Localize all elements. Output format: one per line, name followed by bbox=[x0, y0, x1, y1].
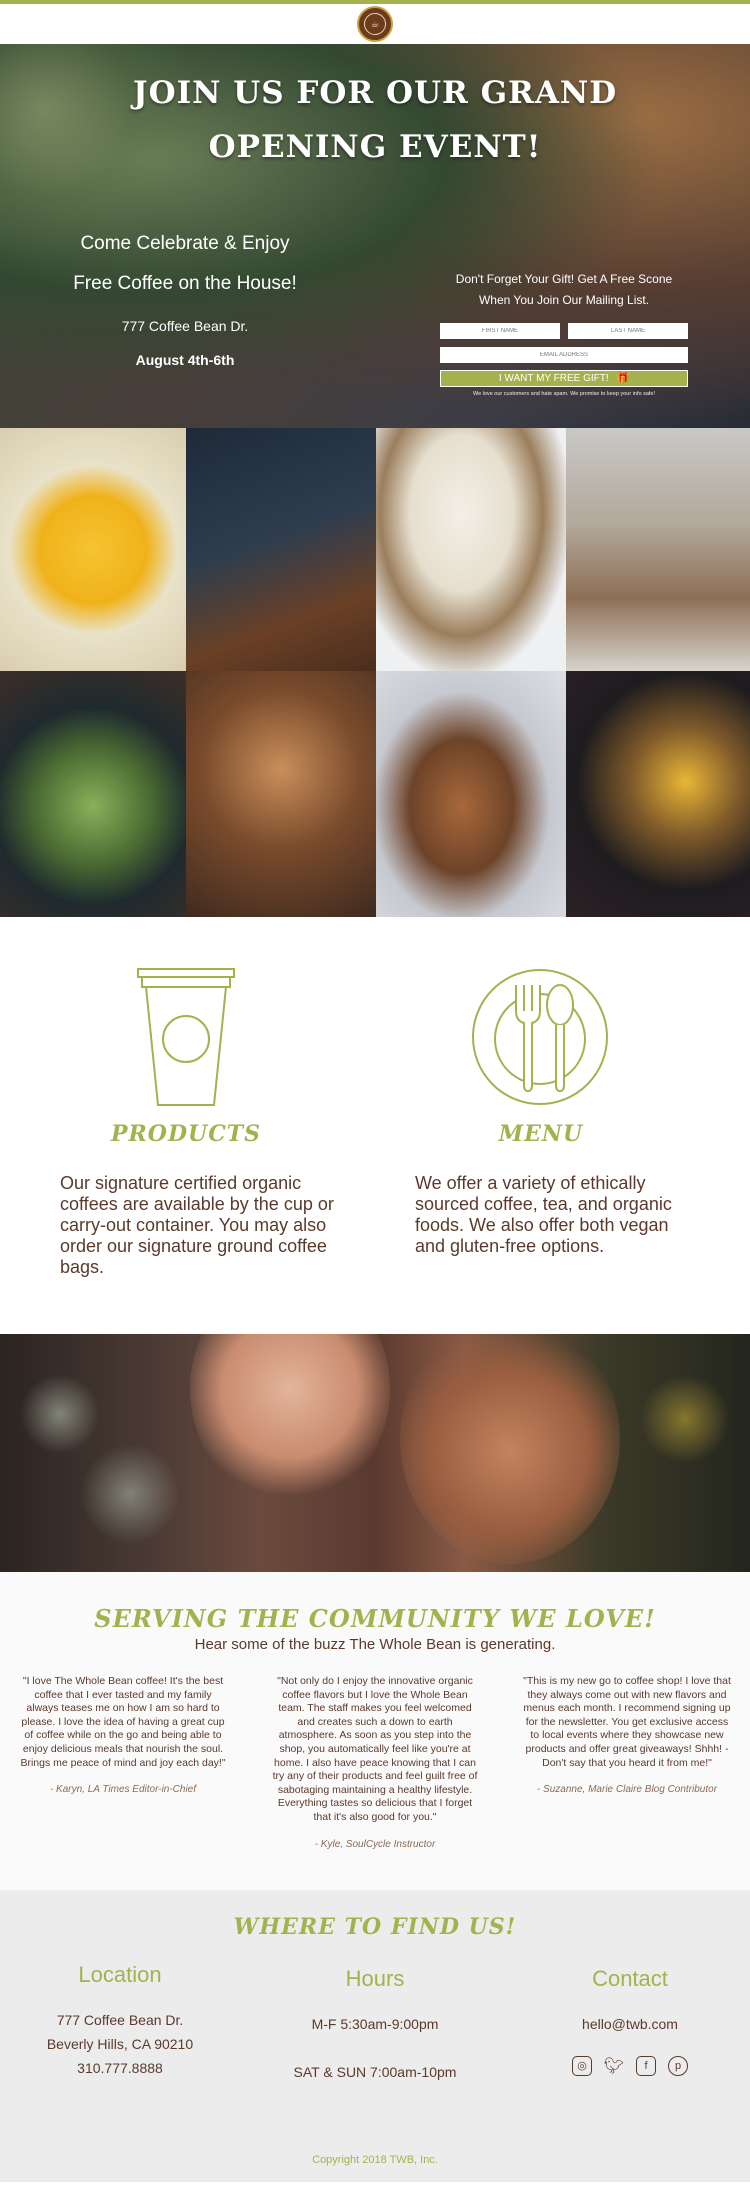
gallery-tea bbox=[566, 671, 750, 917]
site-header: ☕ bbox=[0, 4, 750, 44]
products-body: Our signature certified organic coffees … bbox=[60, 1173, 334, 1277]
banner-face-right bbox=[400, 1334, 620, 1564]
menu-feature: MENU We offer a variety of ethically sou… bbox=[415, 967, 685, 1278]
privacy-note: We love our customers and hate spam. We … bbox=[473, 391, 655, 397]
products-title[interactable]: PRODUCTS bbox=[60, 1121, 312, 1147]
gallery-toast bbox=[376, 428, 566, 671]
hero-title: JOIN US FOR OUR GRAND OPENING EVENT! bbox=[132, 75, 618, 165]
twitter-icon[interactable]: 🐦︎ bbox=[604, 2056, 624, 2076]
testimonial-text: "Not only do I enjoy the innovative orga… bbox=[272, 1675, 478, 1823]
testimonials-section: SERVING THE COMMUNITY WE LOVE! Hear some… bbox=[0, 1572, 750, 1890]
first-name-input[interactable] bbox=[440, 323, 560, 339]
hours-column: Hours M-F 5:30am-9:00pm SAT & SUN 7:00am… bbox=[275, 1962, 475, 2084]
testimonial-author: - Suzanne, Marie Claire Blog Contributor bbox=[536, 1784, 718, 1796]
address-line-1: 777 Coffee Bean Dr. bbox=[56, 2011, 184, 2028]
testimonial-card: "Not only do I enjoy the innovative orga… bbox=[270, 1675, 480, 1850]
copyright: Copyright 2018 TWB, Inc. bbox=[312, 2153, 438, 2166]
banner-flower-left bbox=[20, 1374, 100, 1454]
testimonial-text: "I love The Whole Bean coffee! It's the … bbox=[20, 1675, 226, 1769]
event-dates: August 4th-6th bbox=[135, 352, 235, 368]
email-input[interactable] bbox=[440, 347, 688, 363]
testimonial-author: - Karyn, LA Times Editor-in-Chief bbox=[49, 1784, 197, 1796]
event-details: Come Celebrate & Enjoy Free Coffee on th… bbox=[40, 224, 330, 368]
find-us-section: WHERE TO FIND US! Location 777 Coffee Be… bbox=[0, 1889, 750, 2182]
find-us-title: WHERE TO FIND US! bbox=[233, 1913, 517, 1940]
social-links: ◎ 🐦︎ f p bbox=[530, 2055, 730, 2076]
community-title: SERVING THE COMMUNITY WE LOVE! bbox=[94, 1604, 656, 1633]
banner-face-left bbox=[190, 1334, 390, 1504]
free-gift-label: I WANT MY FREE GIFT! bbox=[498, 373, 609, 384]
menu-body: We offer a variety of ethically sourced … bbox=[415, 1173, 672, 1256]
community-banner-photo bbox=[0, 1334, 750, 1572]
event-line-2: Free Coffee on the House! bbox=[73, 273, 297, 294]
products-feature: PRODUCTS Our signature certified organic… bbox=[60, 967, 340, 1278]
instagram-icon[interactable]: ◎ bbox=[572, 2055, 592, 2076]
signup-form: Don't Forget Your Gift! Get A Free Scone… bbox=[440, 269, 688, 397]
gift-icon: 🎁 bbox=[616, 373, 630, 384]
promo-line-1: Don't Forget Your Gift! Get A Free Scone bbox=[455, 272, 673, 286]
features-section: PRODUCTS Our signature certified organic… bbox=[0, 917, 750, 1334]
banner-flower-right bbox=[640, 1374, 730, 1464]
food-gallery bbox=[0, 428, 750, 917]
hours-heading: Hours bbox=[345, 1965, 405, 1991]
gallery-orange-drink bbox=[0, 428, 186, 671]
contact-heading: Contact bbox=[592, 1965, 668, 1991]
pinterest-icon[interactable]: p bbox=[668, 2055, 688, 2076]
last-name-input[interactable] bbox=[568, 323, 688, 339]
gallery-latte-art bbox=[186, 671, 376, 917]
coffee-cup-icon bbox=[60, 967, 340, 1107]
testimonial-text: "This is my new go to coffee shop! I lov… bbox=[523, 1675, 731, 1769]
promo-line-2: When You Join Our Mailing List. bbox=[478, 293, 650, 307]
testimonial-card: "This is my new go to coffee shop! I lov… bbox=[522, 1675, 732, 1850]
utensils-plate-icon bbox=[415, 967, 685, 1107]
phone-number[interactable]: 310.777.8888 bbox=[20, 2056, 220, 2080]
location-heading: Location bbox=[78, 1961, 162, 1987]
menu-title[interactable]: MENU bbox=[415, 1121, 667, 1147]
testimonial-card: "I love The Whole Bean coffee! It's the … bbox=[18, 1675, 228, 1850]
address-line-2: Beverly Hills, CA 90210 bbox=[46, 2035, 194, 2052]
hero-section: JOIN US FOR OUR GRAND OPENING EVENT! Com… bbox=[0, 44, 750, 428]
banner-flower-left-2 bbox=[80, 1444, 180, 1544]
event-address: 777 Coffee Bean Dr. bbox=[121, 318, 249, 334]
community-subtitle: Hear some of the buzz The Whole Bean is … bbox=[194, 1636, 556, 1653]
gallery-cookies bbox=[376, 671, 566, 917]
gallery-espresso-machine bbox=[186, 428, 376, 671]
testimonial-author: - Kyle, SoulCycle Instructor bbox=[314, 1838, 436, 1850]
location-column: Location 777 Coffee Bean Dr. Beverly Hil… bbox=[20, 1962, 220, 2084]
free-gift-button[interactable]: I WANT MY FREE GIFT! 🎁 bbox=[440, 370, 688, 387]
weekend-hours: SAT & SUN 7:00am-10pm bbox=[293, 2063, 457, 2080]
weekday-hours: M-F 5:30am-9:00pm bbox=[311, 2015, 439, 2032]
testimonial-list: "I love The Whole Bean coffee! It's the … bbox=[0, 1675, 750, 1850]
coffee-bean-icon: ☕ bbox=[364, 13, 386, 35]
gallery-egg-salad bbox=[0, 671, 186, 917]
facebook-icon[interactable]: f bbox=[636, 2055, 656, 2076]
contact-email[interactable]: hello@twb.com bbox=[530, 2012, 730, 2036]
event-line-1: Come Celebrate & Enjoy bbox=[80, 233, 290, 254]
gallery-pastry-case bbox=[566, 428, 750, 671]
contact-column: Contact hello@twb.com ◎ 🐦︎ f p bbox=[530, 1962, 730, 2084]
brand-logo[interactable]: ☕ bbox=[357, 6, 393, 42]
